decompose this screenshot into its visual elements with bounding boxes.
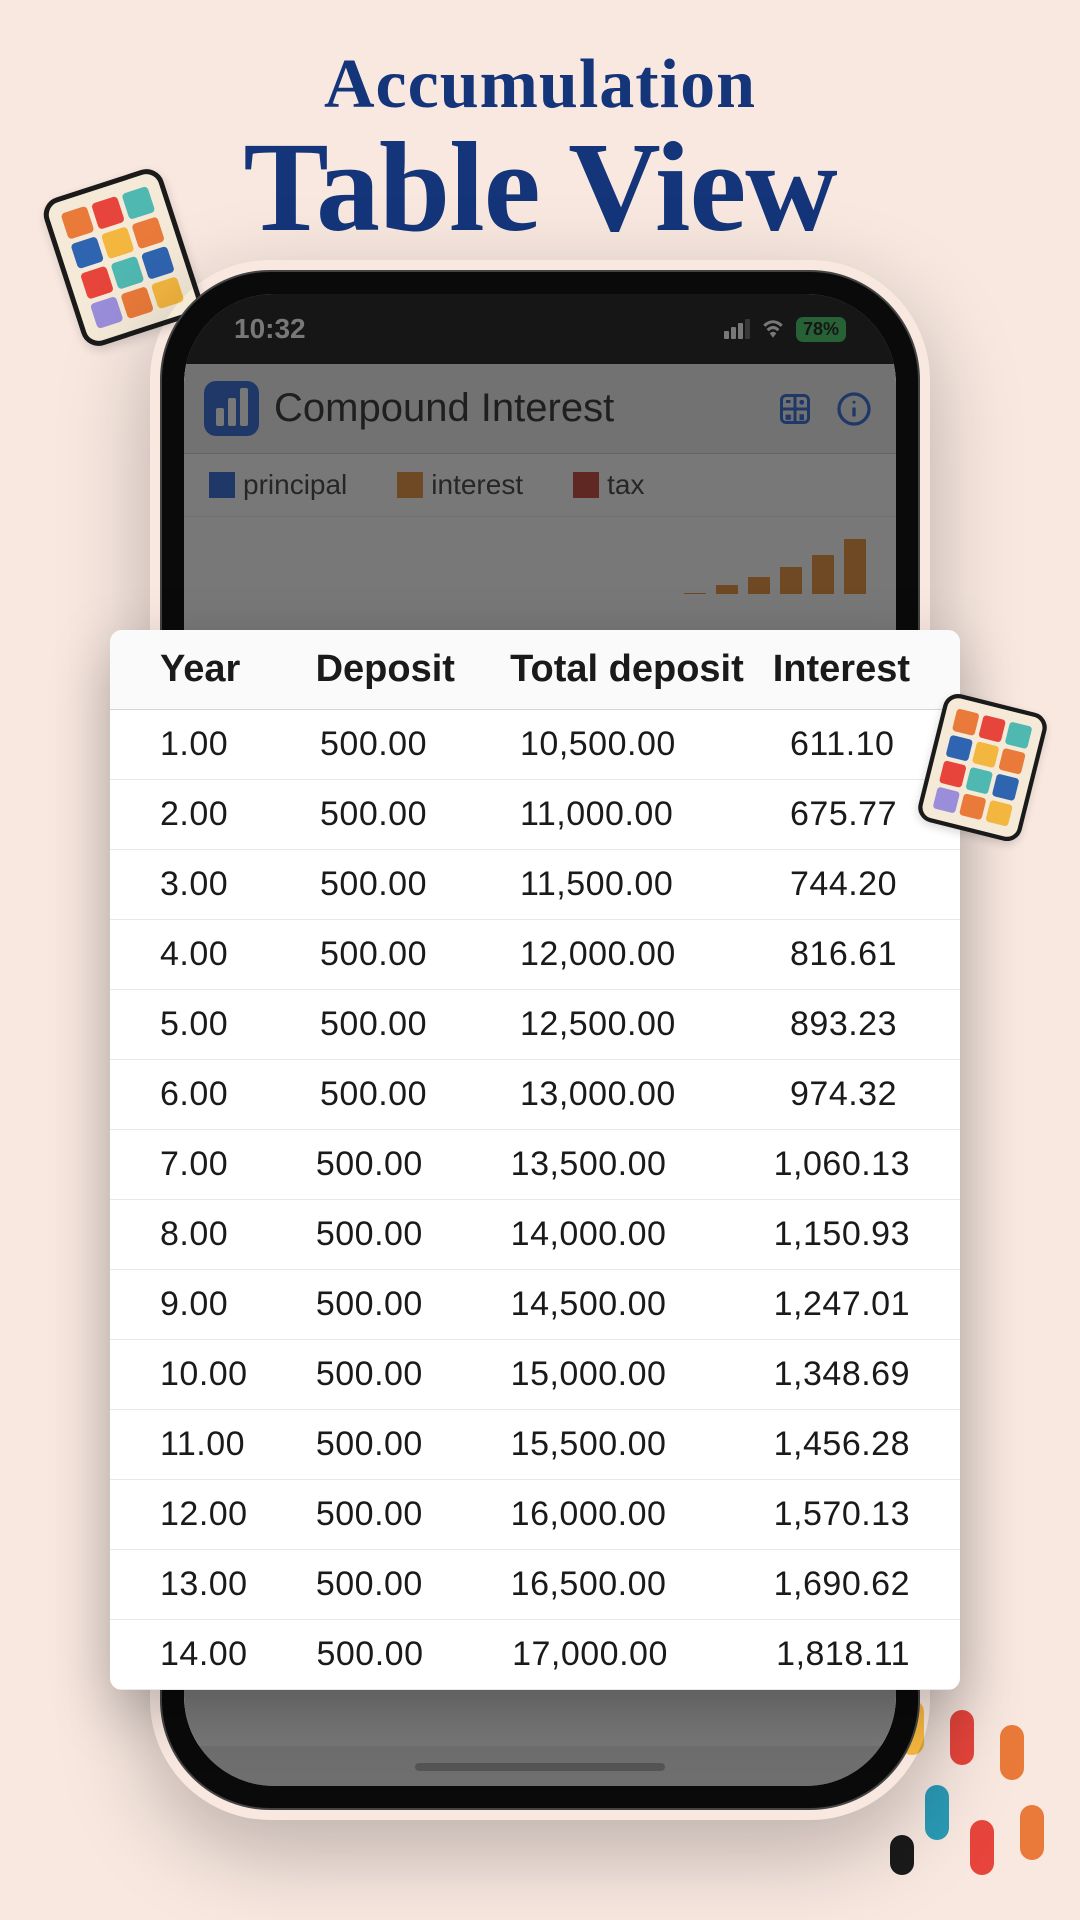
app-title: Compound Interest	[274, 386, 758, 431]
cell-interest: 816.61	[790, 935, 910, 974]
info-button[interactable]	[832, 387, 876, 431]
table-row[interactable]: 9.00500.0014,500.001,247.01	[110, 1270, 960, 1340]
cell-deposit: 500.00	[316, 1425, 511, 1464]
accumulation-table-card[interactable]: Year Deposit Total deposit Interest 1.00…	[110, 630, 960, 1690]
table-row[interactable]: 1.00500.0010,500.00611.10	[110, 710, 960, 780]
table-row[interactable]: 12.00500.0016,000.001,570.13	[110, 1480, 960, 1550]
table-row[interactable]: 4.00500.0012,000.00816.61	[110, 920, 960, 990]
cell-interest: 1,150.93	[774, 1215, 910, 1254]
cellular-signal-icon	[724, 319, 750, 339]
cell-total: 11,500.00	[520, 865, 790, 904]
cell-interest: 1,456.28	[774, 1425, 910, 1464]
cell-year: 1.00	[160, 725, 320, 764]
cell-interest: 744.20	[790, 865, 910, 904]
legend-interest: interest	[397, 469, 523, 501]
table-row[interactable]: 3.00500.0011,500.00744.20	[110, 850, 960, 920]
status-bar: 10:32 78%	[184, 294, 896, 364]
cell-year: 8.00	[160, 1215, 316, 1254]
home-indicator	[415, 1763, 665, 1771]
swatch-icon	[573, 472, 599, 498]
calculator-button[interactable]	[773, 387, 817, 431]
cell-total: 11,000.00	[520, 795, 790, 834]
cell-deposit: 500.00	[320, 1005, 520, 1044]
col-header-total: Total deposit	[510, 648, 773, 691]
table-row[interactable]: 2.00500.0011,000.00675.77	[110, 780, 960, 850]
cell-deposit: 500.00	[320, 1075, 520, 1114]
cell-interest: 1,818.11	[776, 1635, 910, 1674]
cell-total: 14,000.00	[511, 1215, 774, 1254]
wifi-icon	[760, 313, 786, 345]
cell-year: 7.00	[160, 1145, 316, 1184]
cell-deposit: 500.00	[316, 1215, 511, 1254]
table-row[interactable]: 11.00500.0015,500.001,456.28	[110, 1410, 960, 1480]
table-header-row: Year Deposit Total deposit Interest	[110, 630, 960, 710]
cell-deposit: 500.00	[320, 865, 520, 904]
table-row[interactable]: 10.00500.0015,000.001,348.69	[110, 1340, 960, 1410]
cell-interest: 1,348.69	[774, 1355, 910, 1394]
cell-deposit: 500.00	[316, 1495, 511, 1534]
cell-total: 16,500.00	[511, 1565, 774, 1604]
cell-year: 5.00	[160, 1005, 320, 1044]
cell-year: 13.00	[160, 1565, 316, 1604]
cell-year: 6.00	[160, 1075, 320, 1114]
cell-deposit: 500.00	[316, 1565, 511, 1604]
table-row[interactable]: 13.00500.0016,500.001,690.62	[110, 1550, 960, 1620]
chart-legend: principal interest tax	[184, 454, 896, 516]
cell-year: 2.00	[160, 795, 320, 834]
cell-total: 13,000.00	[520, 1075, 790, 1114]
cell-deposit: 500.00	[316, 1145, 511, 1184]
cell-deposit: 500.00	[320, 725, 520, 764]
battery-indicator: 78%	[796, 317, 846, 342]
cell-interest: 1,060.13	[774, 1145, 910, 1184]
cell-total: 15,500.00	[511, 1425, 774, 1464]
cell-total: 12,500.00	[520, 1005, 790, 1044]
table-row[interactable]: 6.00500.0013,000.00974.32	[110, 1060, 960, 1130]
cell-interest: 1,690.62	[774, 1565, 910, 1604]
cell-year: 12.00	[160, 1495, 316, 1534]
app-header: Compound Interest	[184, 364, 896, 454]
table-row[interactable]: 5.00500.0012,500.00893.23	[110, 990, 960, 1060]
app-logo-icon	[204, 381, 259, 436]
cell-total: 15,000.00	[511, 1355, 774, 1394]
cell-year: 4.00	[160, 935, 320, 974]
cell-interest: 1,570.13	[774, 1495, 910, 1534]
cell-total: 14,500.00	[511, 1285, 774, 1324]
legend-tax: tax	[573, 469, 644, 501]
cell-deposit: 500.00	[316, 1355, 511, 1394]
cell-total: 16,000.00	[511, 1495, 774, 1534]
promo-subtitle: Accumulation	[0, 50, 1080, 120]
table-row[interactable]: 7.00500.0013,500.001,060.13	[110, 1130, 960, 1200]
status-time: 10:32	[234, 313, 306, 345]
table-row[interactable]: 8.00500.0014,000.001,150.93	[110, 1200, 960, 1270]
cell-year: 3.00	[160, 865, 320, 904]
cell-deposit: 500.00	[316, 1285, 511, 1324]
cell-total: 13,500.00	[511, 1145, 774, 1184]
cell-total: 17,000.00	[512, 1635, 776, 1674]
cell-deposit: 500.00	[316, 1635, 512, 1674]
cell-year: 10.00	[160, 1355, 316, 1394]
col-header-year: Year	[160, 648, 316, 691]
cell-year: 9.00	[160, 1285, 316, 1324]
cell-interest: 974.32	[790, 1075, 910, 1114]
cell-deposit: 500.00	[320, 795, 520, 834]
cell-total: 12,000.00	[520, 935, 790, 974]
cell-year: 11.00	[160, 1425, 316, 1464]
cell-interest: 611.10	[790, 725, 910, 764]
table-row[interactable]: 14.00500.0017,000.001,818.11	[110, 1620, 960, 1690]
cell-total: 10,500.00	[520, 725, 790, 764]
cell-year: 14.00	[160, 1635, 316, 1674]
swatch-icon	[397, 472, 423, 498]
cell-interest: 1,247.01	[774, 1285, 910, 1324]
cell-interest: 675.77	[790, 795, 910, 834]
col-header-interest: Interest	[773, 648, 910, 691]
col-header-deposit: Deposit	[316, 648, 511, 691]
swatch-icon	[209, 472, 235, 498]
cell-interest: 893.23	[790, 1005, 910, 1044]
legend-principal: principal	[209, 469, 347, 501]
cell-deposit: 500.00	[320, 935, 520, 974]
